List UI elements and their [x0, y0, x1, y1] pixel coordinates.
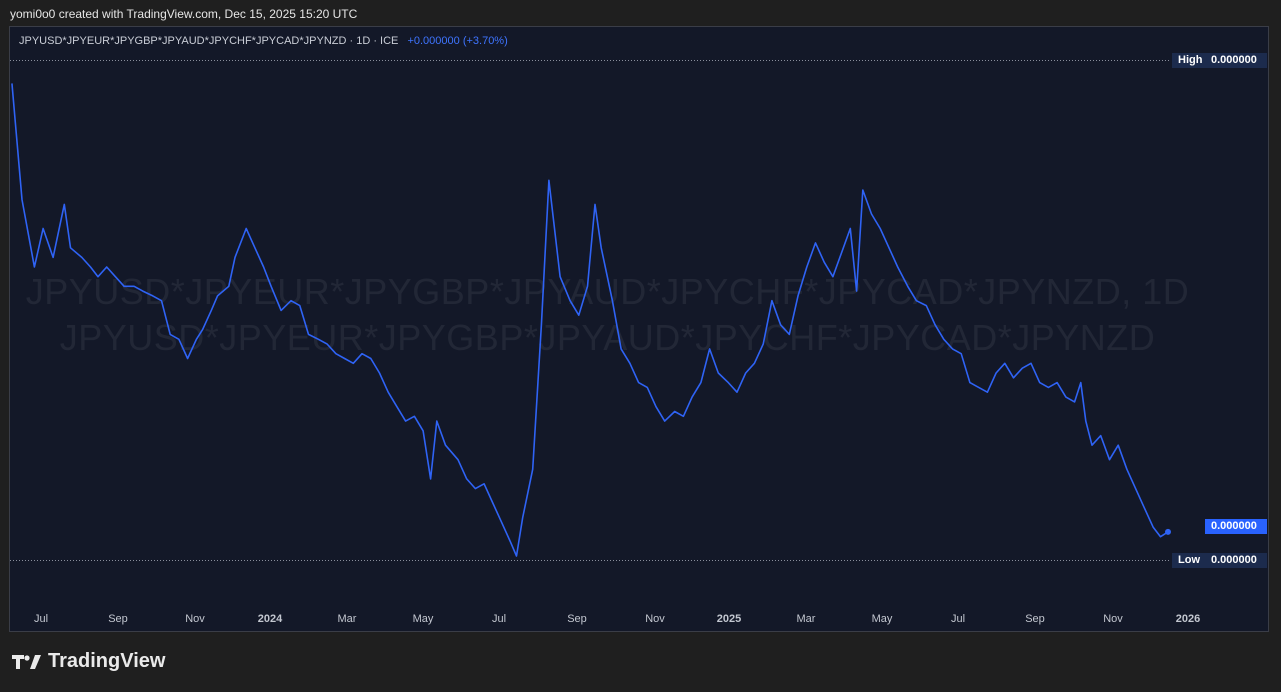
high-marker-value: 0.000000 [1205, 53, 1267, 68]
chart-frame[interactable]: JPYUSD*JPYEUR*JPYGBP*JPYAUD*JPYCHF*JPYCA… [9, 26, 1269, 632]
high-marker-label: High [1172, 53, 1206, 68]
low-marker-value: 0.000000 [1205, 553, 1267, 568]
attribution-text: yomi0o0 created with TradingView.com, De… [10, 7, 358, 21]
tradingview-brand[interactable]: TradingView [12, 650, 165, 673]
low-marker-label: Low [1172, 553, 1206, 568]
x-tick-label: Nov [645, 613, 665, 625]
x-tick-label: Nov [1103, 613, 1123, 625]
last-price-value: 0.000000 [1205, 519, 1267, 534]
x-tick-label: May [872, 613, 893, 625]
price-chart[interactable]: Jul Sep Nov 2024 Mar May Jul Sep Nov 2025 Mar May Ju… [10, 27, 1268, 631]
change-label: +0.000000 (+3.70%) [407, 35, 508, 47]
price-line [11, 83, 1169, 557]
x-tick-label: Nov [185, 613, 205, 625]
x-tick-label: Mar [797, 613, 816, 625]
symbol-label: JPYUSD*JPYEUR*JPYGBP*JPYAUD*JPYCHF*JPYCA… [19, 35, 399, 47]
x-tick-label: Jul [492, 613, 506, 625]
tradingview-logo-icon [12, 654, 41, 669]
x-tick-label: 2025 [717, 613, 741, 625]
brand-name: TradingView [48, 650, 166, 672]
x-tick-label: Jul [34, 613, 48, 625]
x-tick-label: 2024 [258, 613, 283, 625]
x-tick-label: Jul [951, 613, 965, 625]
symbol-legend[interactable]: JPYUSD*JPYEUR*JPYGBP*JPYAUD*JPYCHF*JPYCA… [19, 35, 508, 47]
x-tick-label: Sep [108, 613, 128, 625]
last-price-dot [1165, 528, 1171, 535]
x-tick-label: May [413, 613, 434, 625]
x-tick-label: Sep [567, 613, 587, 625]
x-tick-label: 2026 [1176, 613, 1200, 625]
x-tick-label: Mar [338, 613, 357, 625]
x-tick-label: Sep [1025, 613, 1045, 625]
